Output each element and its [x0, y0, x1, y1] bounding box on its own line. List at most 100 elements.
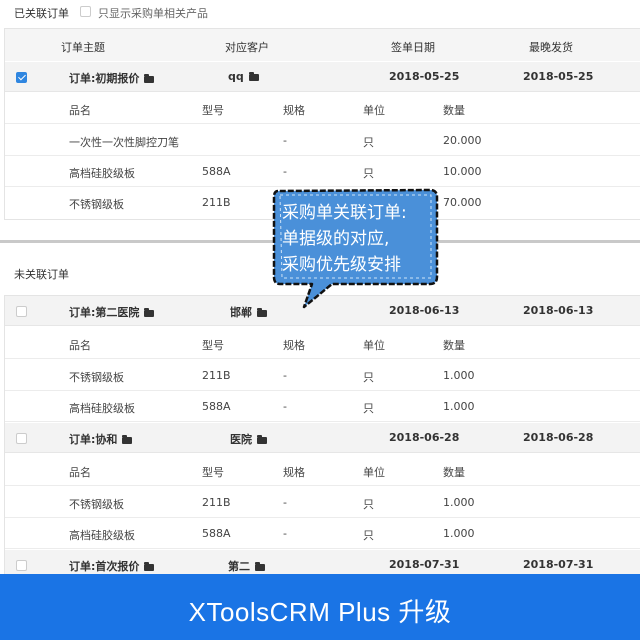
unlinked-orders-title: 未关联订单	[14, 268, 69, 281]
item-header-qty: 数量	[443, 339, 465, 352]
item-header-unit: 单位	[363, 339, 385, 352]
item-header-model: 型号	[202, 466, 224, 479]
order-subject: 订单:首次报价	[69, 560, 140, 573]
item-header-model: 型号	[202, 104, 224, 117]
order-select-checkbox[interactable]	[16, 433, 27, 444]
item-header-model: 型号	[202, 339, 224, 352]
item-header-row: 品名 型号 规格 单位 数量	[5, 93, 640, 124]
order-group-row[interactable]: 订单:初期报价 qq 2018-05-25 2018-05-25	[5, 62, 640, 92]
item-header-row: 品名 型号 规格 单位 数量	[5, 455, 640, 486]
item-model: 588A	[202, 400, 231, 413]
item-spec: -	[283, 496, 287, 509]
order-subject: 订单:第二医院	[69, 306, 140, 319]
item-unit: 只	[363, 402, 374, 415]
callout-bubble: 采购单关联订单: 单据级的对应, 采购优先级安排	[270, 185, 445, 318]
item-qty: 20.000	[443, 134, 482, 147]
item-row[interactable]: 高档硅胶级板 588A - 只 10.000	[5, 156, 640, 187]
item-row[interactable]: 不锈钢级板 211B - 只 1.000	[5, 487, 640, 518]
item-qty: 1.000	[443, 400, 475, 413]
order-ship-date: 2018-06-13	[523, 304, 594, 317]
order-subject: 订单:初期报价	[69, 72, 140, 85]
item-name: 一次性一次性脚控刀笔	[69, 136, 179, 149]
item-unit: 只	[363, 136, 374, 149]
only-purchase-products-checkbox[interactable]	[80, 6, 91, 17]
item-unit: 只	[363, 498, 374, 511]
item-unit: 只	[363, 167, 374, 180]
item-header-name: 品名	[69, 104, 91, 117]
item-name: 高档硅胶级板	[69, 529, 135, 542]
order-select-checkbox[interactable]	[16, 560, 27, 571]
item-header-spec: 规格	[283, 466, 305, 479]
item-model: 211B	[202, 196, 231, 209]
callout-line: 单据级的对应,	[282, 229, 389, 249]
order-group-row[interactable]: 订单:协和 医院 2018-06-28 2018-06-28	[5, 423, 640, 453]
promo-banner: XToolsCRM Plus 升级	[0, 574, 640, 640]
order-sign-date: 2018-05-25	[389, 70, 460, 83]
item-qty: 70.000	[443, 196, 482, 209]
order-ship-date: 2018-07-31	[523, 558, 594, 571]
order-customer: 第二	[228, 560, 250, 573]
column-header-sign-date[interactable]: 签单日期	[391, 39, 435, 55]
item-name: 不锈钢级板	[69, 371, 124, 384]
item-unit: 只	[363, 371, 374, 384]
item-row[interactable]: 高档硅胶级板 588A - 只 1.000	[5, 518, 640, 549]
order-customer: 医院	[230, 433, 252, 446]
linked-orders-title: 已关联订单	[14, 7, 69, 20]
item-model: 211B	[202, 369, 231, 382]
order-customer: 邯郸	[230, 306, 252, 319]
folder-icon[interactable]	[257, 434, 267, 444]
item-model: 588A	[202, 165, 231, 178]
item-name: 不锈钢级板	[69, 498, 124, 511]
callout-line: 采购单关联订单:	[282, 203, 407, 223]
speech-bubble-icon: 采购单关联订单: 单据级的对应, 采购优先级安排	[272, 188, 439, 309]
folder-icon[interactable]	[255, 561, 265, 571]
item-qty: 1.000	[443, 369, 475, 382]
column-header-ship-date[interactable]: 最晚发货	[529, 39, 573, 55]
item-header-row: 品名 型号 规格 单位 数量	[5, 328, 640, 359]
column-header-subject[interactable]: 订单主题	[61, 39, 105, 55]
item-spec: -	[283, 134, 287, 147]
order-ship-date: 2018-06-28	[523, 431, 594, 444]
item-header-unit: 单位	[363, 104, 385, 117]
item-spec: -	[283, 527, 287, 540]
folder-icon[interactable]	[144, 73, 155, 83]
order-ship-date: 2018-05-25	[523, 70, 594, 83]
order-sign-date: 2018-07-31	[389, 558, 460, 571]
order-select-checkbox[interactable]	[16, 72, 27, 83]
item-header-spec: 规格	[283, 339, 305, 352]
item-header-name: 品名	[69, 466, 91, 479]
callout-line: 采购优先级安排	[282, 255, 401, 275]
column-header-customer[interactable]: 对应客户	[225, 39, 269, 55]
item-model: 588A	[202, 527, 231, 540]
item-model: 211B	[202, 496, 231, 509]
item-row[interactable]: 不锈钢级板 211B - 只 1.000	[5, 360, 640, 391]
linked-orders-toolbar: 已关联订单 只显示采购单相关产品	[0, 0, 640, 24]
item-name: 高档硅胶级板	[69, 167, 135, 180]
folder-icon[interactable]	[144, 561, 155, 571]
item-qty: 10.000	[443, 165, 482, 178]
item-name: 不锈钢级板	[69, 198, 124, 211]
order-customer: qq	[228, 70, 244, 83]
item-header-unit: 单位	[363, 466, 385, 479]
table-header: 订单主题 对应客户 签单日期 最晚发货	[5, 29, 640, 61]
item-header-qty: 数量	[443, 466, 465, 479]
order-select-checkbox[interactable]	[16, 306, 27, 317]
only-purchase-products-label: 只显示采购单相关产品	[98, 7, 208, 20]
banner-title: XToolsCRM Plus 升级	[188, 597, 452, 627]
folder-icon[interactable]	[122, 434, 133, 444]
item-spec: -	[283, 400, 287, 413]
item-row[interactable]: 一次性一次性脚控刀笔 - 只 20.000	[5, 125, 640, 156]
order-subject: 订单:协和	[69, 433, 118, 446]
folder-icon[interactable]	[144, 307, 155, 317]
folder-icon[interactable]	[257, 307, 267, 317]
item-spec: -	[283, 369, 287, 382]
folder-icon[interactable]	[248, 71, 259, 81]
order-sign-date: 2018-06-28	[389, 431, 460, 444]
item-header-qty: 数量	[443, 104, 465, 117]
item-unit: 只	[363, 529, 374, 542]
item-qty: 1.000	[443, 527, 475, 540]
item-row[interactable]: 高档硅胶级板 588A - 只 1.000	[5, 391, 640, 422]
item-spec: -	[283, 165, 287, 178]
item-name: 高档硅胶级板	[69, 402, 135, 415]
item-header-name: 品名	[69, 339, 91, 352]
